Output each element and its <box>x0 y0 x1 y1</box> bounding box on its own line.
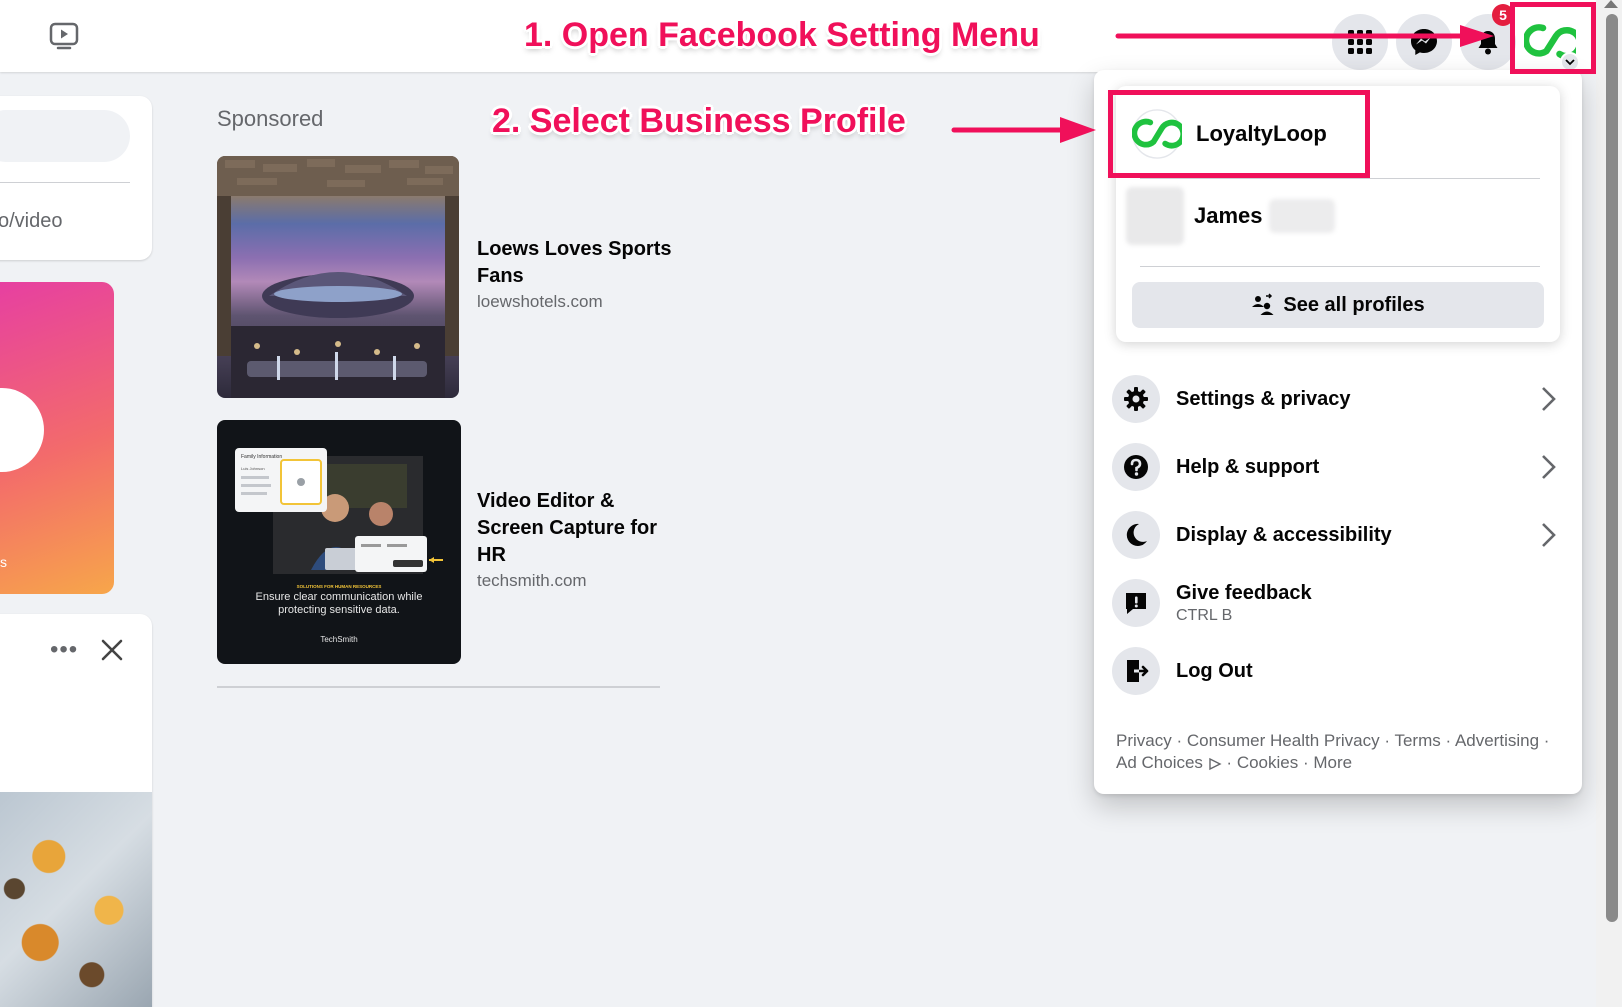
page-scrollbar-thumb[interactable] <box>1606 14 1618 922</box>
annotation-arrow-1 <box>1115 25 1494 47</box>
techsmith-card-name: Luis Johnson <box>241 466 265 471</box>
ad-choices-icon <box>1208 757 1222 771</box>
techsmith-body-text: Ensure clear communication while protect… <box>255 591 423 616</box>
reel-caption: s <box>0 554 7 570</box>
ad-domain: techsmith.com <box>477 571 587 590</box>
menu-item-settings-privacy[interactable]: Settings & privacy <box>1112 368 1564 430</box>
menu-item-display-accessibility[interactable]: Display & accessibility <box>1112 504 1564 566</box>
create-post-card: o/video <box>0 96 152 260</box>
footer-link-more[interactable]: More <box>1313 753 1352 772</box>
chevron-right-icon <box>1542 523 1556 547</box>
chevron-right-icon <box>1542 387 1556 411</box>
annotation-step-2: 2. Select Business Profile <box>492 102 906 140</box>
menu-item-shortcut: CTRL B <box>1176 606 1233 624</box>
footer-separator: · <box>1384 731 1391 750</box>
moon-icon <box>1112 511 1160 559</box>
loews-stadium-image[interactable] <box>217 156 459 398</box>
menu-item-label: Help & support <box>1176 455 1320 478</box>
gear-icon <box>1112 375 1160 423</box>
reel-camera-icon <box>0 388 44 472</box>
footer-link-advertising[interactable]: Advertising <box>1455 731 1539 750</box>
techsmith-card-label: Family Information <box>241 454 282 460</box>
close-icon[interactable] <box>98 636 126 664</box>
see-all-profiles-button[interactable]: See all profiles <box>1132 282 1544 328</box>
avatar <box>1126 187 1184 245</box>
ad-title[interactable]: Loews Loves Sports Fans <box>477 236 677 290</box>
menu-item-label: Log Out <box>1176 659 1253 682</box>
footer-separator: · <box>1226 753 1233 772</box>
menu-item-label: Settings & privacy <box>1176 387 1351 410</box>
profile-james[interactable]: James <box>1126 186 1335 246</box>
scroll-up-arrow-icon[interactable] <box>1604 0 1618 8</box>
photo-video-label[interactable]: o/video <box>0 210 63 233</box>
annotation-box-account-button <box>1510 2 1596 74</box>
sponsored-divider <box>217 686 660 688</box>
footer-separator: · <box>1176 731 1183 750</box>
logout-icon <box>1112 647 1160 695</box>
create-post-divider <box>0 182 130 183</box>
question-icon <box>1112 443 1160 491</box>
ad-title[interactable]: Video Editor & Screen Capture for HR <box>477 488 677 569</box>
post-food-image[interactable] <box>0 792 152 1007</box>
footer-link-cookies[interactable]: Cookies <box>1237 753 1298 772</box>
footer-separator: · <box>1445 731 1452 750</box>
annotation-arrow-2 <box>951 117 1096 143</box>
menu-item-give-feedback[interactable]: Give feedback CTRL B <box>1112 566 1564 640</box>
profile-divider <box>1140 178 1540 179</box>
sponsored-heading: Sponsored <box>217 106 324 131</box>
footer-separator: · <box>1302 753 1309 772</box>
menu-item-help-support[interactable]: Help & support <box>1112 436 1564 498</box>
menu-item-label: Give feedback <box>1176 581 1312 604</box>
ad-domain: loewshotels.com <box>477 292 603 311</box>
techsmith-headline: SOLUTIONS FOR HUMAN RESOURCES <box>297 584 382 589</box>
profiles-switch-icon <box>1252 293 1274 315</box>
blurred-surname <box>1268 199 1335 233</box>
profile-divider <box>1140 266 1540 267</box>
create-post-input[interactable] <box>0 110 130 162</box>
menu-item-label: Display & accessibility <box>1176 523 1392 546</box>
footer-separator: · <box>1543 731 1550 750</box>
more-options-icon[interactable]: ••• <box>50 636 78 664</box>
profile-name: James <box>1194 203 1263 228</box>
annotation-step-1: 1. Open Facebook Setting Menu <box>524 16 1040 54</box>
feed-post-card: ••• <box>0 614 152 1007</box>
footer-link-privacy[interactable]: Privacy <box>1116 731 1172 750</box>
techsmith-brand-logo: TechSmith <box>320 635 357 644</box>
see-all-profiles-label: See all profiles <box>1283 293 1425 316</box>
chevron-right-icon <box>1542 455 1556 479</box>
menu-footer-links: Privacy · Consumer Health Privacy · Term… <box>1116 730 1566 774</box>
create-reel-card[interactable]: s <box>0 282 114 594</box>
techsmith-ad-image[interactable]: Family Information Luis Johnson SOLUTION… <box>217 420 461 664</box>
account-dropdown-menu: LoyaltyLoop James See all profiles Setti… <box>1094 70 1582 794</box>
annotation-box-business-profile <box>1108 90 1370 178</box>
footer-link-consumer-health-privacy[interactable]: Consumer Health Privacy <box>1187 731 1380 750</box>
footer-link-terms[interactable]: Terms <box>1394 731 1440 750</box>
footer-link-ad-choices[interactable]: Ad Choices <box>1116 753 1203 772</box>
feedback-icon <box>1112 579 1160 627</box>
watch-video-icon[interactable] <box>48 20 80 52</box>
menu-item-log-out[interactable]: Log Out <box>1112 640 1564 702</box>
